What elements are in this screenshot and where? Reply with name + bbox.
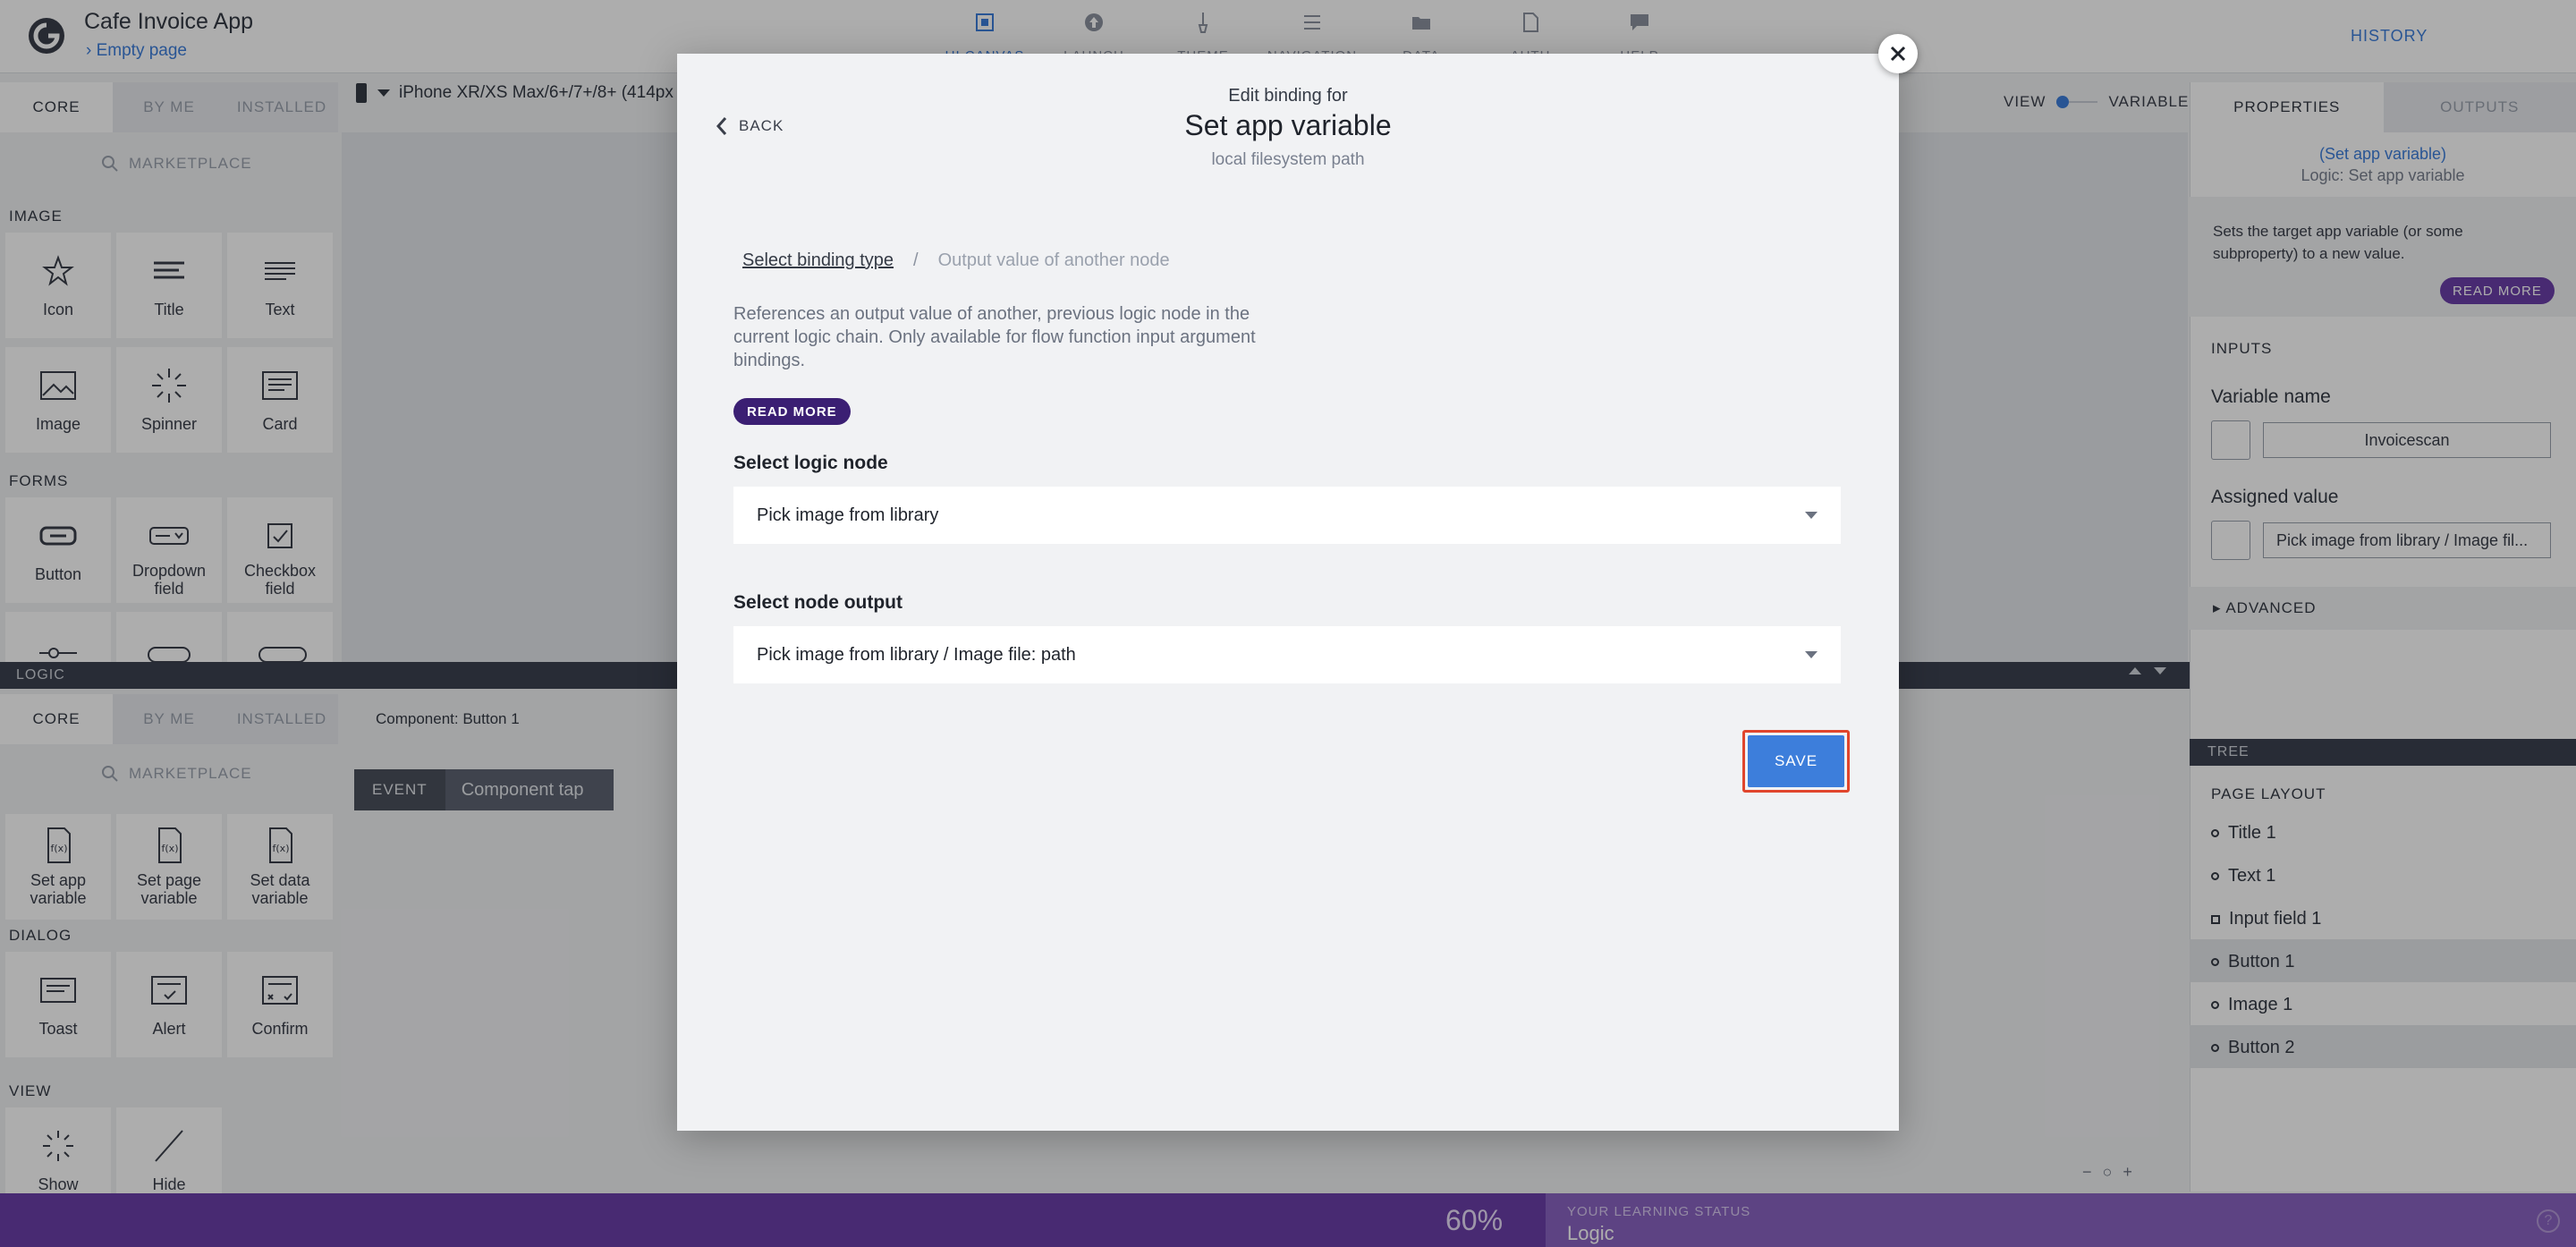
modal-hint: local filesystem path [1211, 150, 1365, 169]
node-output-select[interactable]: Pick image from library / Image file: pa… [733, 626, 1841, 683]
chevron-down-icon [1805, 512, 1818, 519]
breadcrumb-separator: / [913, 250, 919, 270]
logic-node-value: Pick image from library [757, 505, 939, 525]
save-button[interactable]: SAVE [1748, 735, 1844, 787]
node-output-value: Pick image from library / Image file: pa… [757, 644, 1076, 665]
logic-node-select[interactable]: Pick image from library [733, 487, 1841, 544]
breadcrumb: Select binding type / Output value of an… [742, 250, 1170, 271]
logic-node-label: Select logic node [733, 453, 888, 473]
breadcrumb-select-binding-type[interactable]: Select binding type [742, 250, 894, 271]
close-modal-button[interactable] [1878, 34, 1918, 73]
modal-subtitle: Edit binding for [1228, 86, 1348, 106]
chevron-down-icon [1805, 651, 1818, 658]
node-output-label: Select node output [733, 592, 902, 613]
read-more-button[interactable]: READ MORE [733, 398, 851, 425]
breadcrumb-current: Output value of another node [937, 250, 1170, 270]
binding-description: References an output value of another, p… [733, 304, 1256, 370]
modal-title: Set app variable [1184, 109, 1392, 141]
close-icon [1890, 46, 1906, 62]
